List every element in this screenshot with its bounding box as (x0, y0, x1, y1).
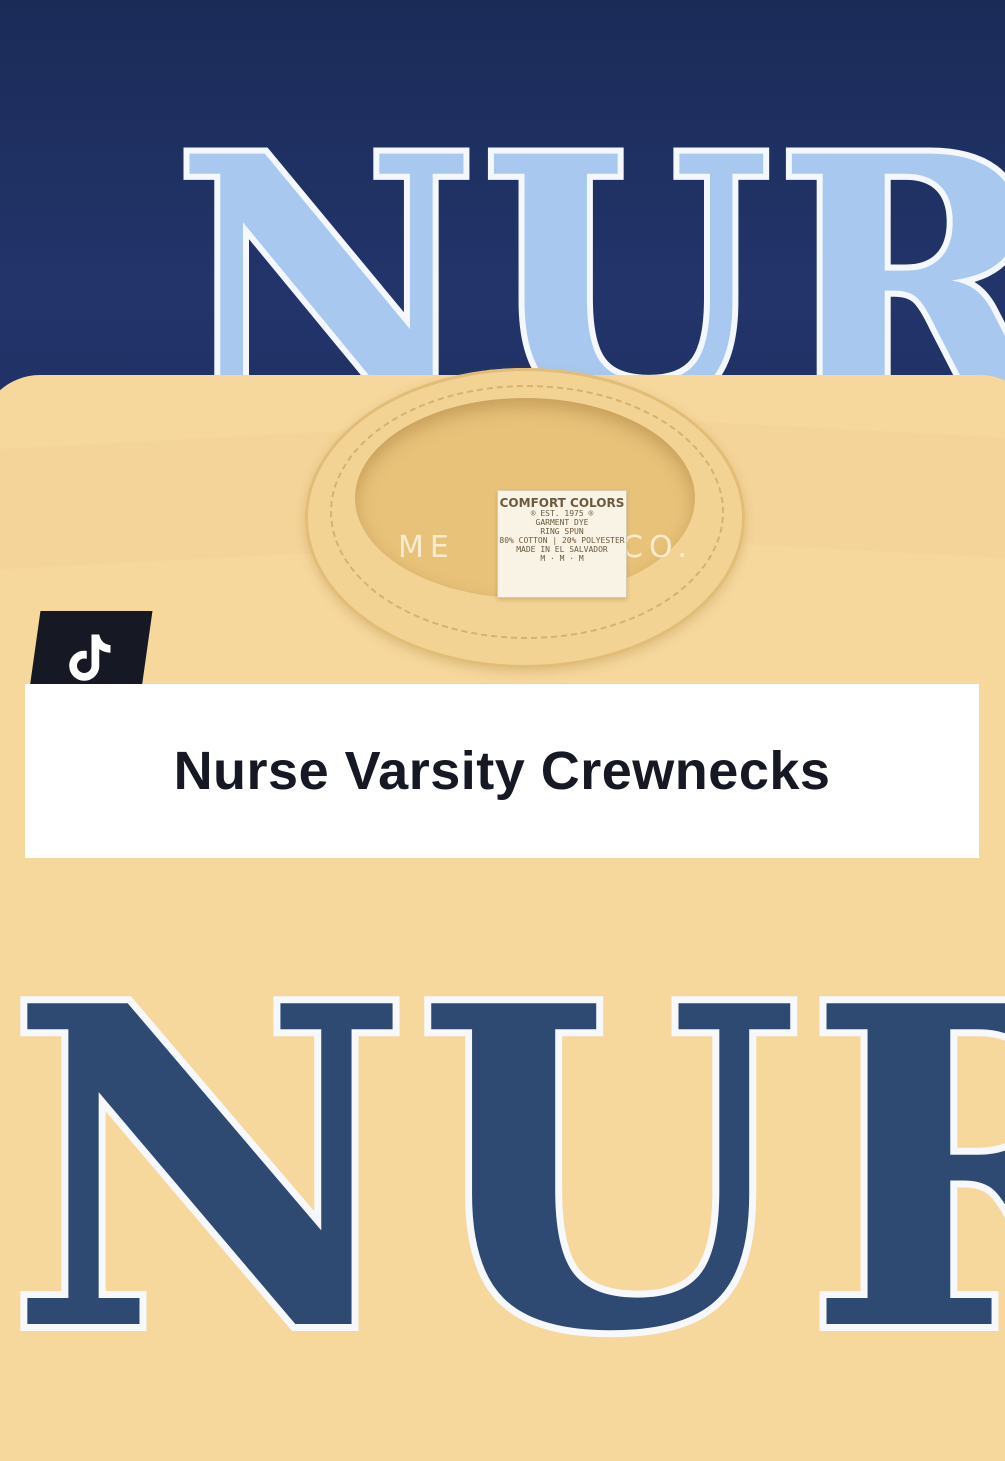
label-line: 80% COTTON | 20% POLYESTER (499, 536, 625, 545)
tiktok-icon (69, 634, 111, 681)
caption-text: Nurse Varsity Crewnecks (173, 741, 831, 801)
brand-print-left: ME (398, 530, 455, 565)
label-size: M · M · M (540, 554, 584, 563)
label-brand: COMFORT COLORS (499, 496, 625, 510)
yellow-shirt-print: NURSE (1, 911, 1005, 1428)
neck-label: COMFORT COLORS ® EST. 1975 ® GARMENT DYE… (497, 490, 627, 598)
label-line: RING SPUN (540, 527, 584, 536)
brand-print-right: CO. (622, 530, 693, 565)
label-line: MADE IN EL SALVADOR (516, 545, 608, 554)
label-line: GARMENT DYE (535, 518, 589, 527)
caption-overlay: Nurse Varsity Crewnecks (25, 684, 979, 858)
label-line: ® EST. 1975 ® (530, 509, 594, 518)
